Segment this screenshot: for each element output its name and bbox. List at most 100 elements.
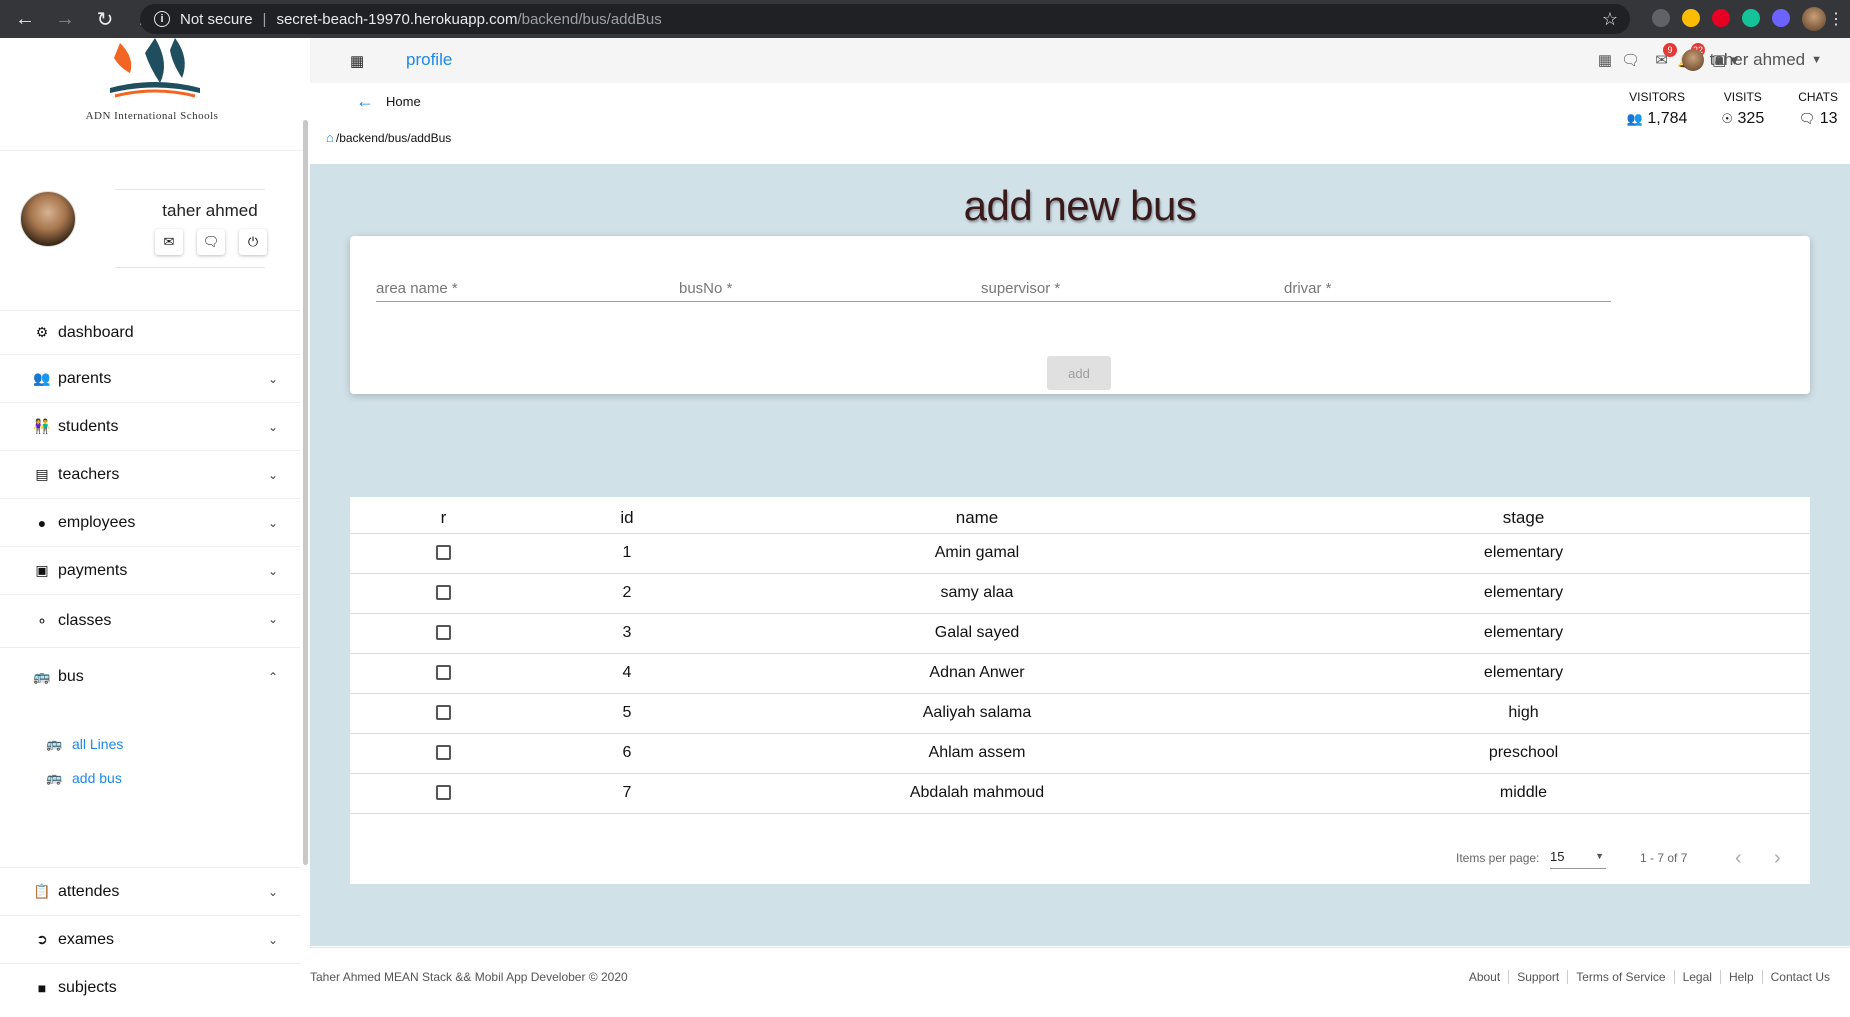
extension-pinterest-icon[interactable]	[1712, 9, 1730, 27]
cell-id: 6	[537, 733, 717, 774]
extension-grammarly-icon[interactable]	[1742, 9, 1760, 27]
table-row: 3 Galal sayed elementary	[350, 613, 1810, 654]
profile-divider	[115, 189, 265, 190]
bookmark-star-icon[interactable]: ☆	[1602, 9, 1618, 30]
book-icon: ■	[37, 979, 47, 996]
chevron-down-icon: ⌄	[267, 516, 278, 530]
cell-stage: preschool	[1237, 733, 1810, 774]
home-icon[interactable]: ⌂	[326, 130, 334, 145]
home-label: Home	[386, 94, 421, 109]
row-checkbox[interactable]	[436, 665, 451, 681]
stat-label: VISITORS	[1629, 90, 1685, 104]
browser-menu-icon[interactable]: ⋮	[1828, 9, 1844, 29]
footer-link-terms[interactable]: Terms of Service	[1567, 970, 1673, 984]
sidebar-item-parents[interactable]: 👥 parents ⌄	[0, 354, 300, 402]
sidebar-item-classes[interactable]: ⚬ classes ⌄	[0, 594, 300, 647]
info-icon[interactable]: i	[154, 11, 170, 27]
row-checkbox[interactable]	[436, 785, 451, 801]
cell-stage: middle	[1237, 773, 1810, 814]
previous-page-button[interactable]: ‹	[1735, 847, 1742, 870]
sidebar-item-bus[interactable]: 🚌 bus ⌃	[0, 647, 300, 705]
power-icon[interactable]: ⏻	[239, 229, 267, 255]
sidebar-item-employees[interactable]: ● employees ⌄	[0, 498, 300, 546]
column-header-id[interactable]: id	[537, 497, 717, 534]
bus-icon: 🚌	[46, 770, 63, 785]
row-checkbox[interactable]	[436, 625, 451, 641]
supervisor-field	[981, 276, 1308, 302]
next-page-button[interactable]: ›	[1774, 847, 1781, 870]
footer-link-support[interactable]: Support	[1508, 970, 1567, 984]
bus-no-field	[679, 276, 1006, 302]
footer-link-about[interactable]: About	[1461, 970, 1508, 984]
cell-name: Adnan Anwer	[717, 653, 1237, 694]
page-range-label: 1 - 7 of 7	[1640, 851, 1688, 865]
comments-icon[interactable]: 🗨	[197, 229, 225, 255]
school-brand-icon[interactable]: ▦	[350, 52, 364, 70]
row-checkbox[interactable]	[436, 545, 451, 561]
url-path: /backend/bus/addBus	[517, 10, 662, 28]
avatar[interactable]	[20, 191, 76, 247]
cell-id: 7	[537, 773, 717, 814]
sidebar-item-attendes[interactable]: 📋 attendes ⌄	[0, 867, 300, 915]
back-arrow-icon[interactable]: ←	[14, 8, 36, 31]
main-content: add new bus add r id name stage	[310, 164, 1850, 946]
footer-link-contact[interactable]: Contact Us	[1761, 970, 1838, 984]
row-checkbox-cell	[350, 573, 537, 614]
sidebar-subitem-add-bus[interactable]: 🚌 add bus	[0, 761, 300, 795]
bus-no-input[interactable]	[679, 276, 1006, 301]
extension-chrome-icon[interactable]	[1682, 9, 1700, 27]
envelope-icon[interactable]: ✉ 9	[1655, 43, 1677, 69]
row-checkbox[interactable]	[436, 705, 451, 721]
stat-label: CHATS	[1798, 90, 1838, 104]
sidebar-scrollbar[interactable]	[303, 120, 308, 865]
stat-number: 1,784	[1647, 110, 1688, 127]
chevron-up-icon: ⌃	[267, 670, 278, 684]
security-label: Not secure	[180, 10, 253, 28]
sidebar-item-label: parents	[58, 369, 112, 387]
omnibox-separator: |	[262, 10, 267, 28]
column-header-stage[interactable]: stage	[1237, 497, 1810, 534]
user-menu[interactable]: taher ahmed ▼	[1681, 49, 1822, 71]
sidebar-subitem-all-lines[interactable]: 🚌 all Lines	[0, 727, 300, 761]
sidebar-item-exames[interactable]: ➲ exames ⌄	[0, 915, 300, 963]
footer-link-legal[interactable]: Legal	[1673, 970, 1720, 984]
sidebar-item-dashboard[interactable]: ⚙ dashboard	[0, 310, 300, 354]
mail-badge: 9	[1663, 43, 1677, 57]
row-checkbox[interactable]	[436, 745, 451, 761]
supervisor-input[interactable]	[981, 276, 1308, 301]
browser-toolbar: ← → ↻ ⌂ i Not secure | secret-beach-1997…	[0, 0, 1850, 38]
page-size-select[interactable]: 15 ▼	[1550, 849, 1606, 869]
comments-icon[interactable]: 🗨	[1621, 51, 1640, 69]
row-checkbox[interactable]	[436, 585, 451, 601]
users-icon: 👥	[1626, 111, 1643, 126]
footer-copyright: Taher Ahmed MEAN Stack && Mobil App Deve…	[310, 970, 628, 984]
table-row: 1 Amin gamal elementary	[350, 533, 1810, 574]
column-header-name[interactable]: name	[717, 497, 1237, 534]
column-header-r[interactable]: r	[350, 497, 537, 534]
sidebar-item-subjects[interactable]: ■ subjects	[0, 963, 300, 1011]
extension-pen-icon[interactable]	[1652, 9, 1670, 27]
breadcrumb-path: /backend/bus/addBus	[335, 130, 452, 145]
sidebar: ADN International Schools taher ahmed ✉ …	[0, 38, 308, 1017]
footer-link-help[interactable]: Help	[1719, 970, 1762, 984]
sidebar-item-payments[interactable]: ▣ payments ⌄	[0, 546, 300, 594]
reload-icon[interactable]: ↻	[94, 7, 116, 32]
sidebar-item-label: payments	[58, 561, 128, 579]
browser-profile-avatar[interactable]	[1802, 7, 1826, 31]
add-button[interactable]: add	[1047, 356, 1111, 390]
forward-arrow-icon[interactable]: →	[54, 8, 76, 31]
clipboard-icon: 📋	[33, 883, 51, 899]
envelope-icon[interactable]: ✉	[155, 229, 183, 255]
profile-link[interactable]: profile	[406, 50, 452, 70]
paginator: Items per page: 15 ▼ 1 - 7 of 7 ‹ ›	[350, 847, 1810, 879]
area-name-input[interactable]	[376, 276, 703, 301]
sidebar-item-label: bus	[58, 667, 84, 685]
address-bar[interactable]: i Not secure | secret-beach-19970.heroku…	[140, 4, 1630, 34]
sidebar-item-teachers[interactable]: ▤ teachers ⌄	[0, 450, 300, 498]
calendar-icon[interactable]: ▦	[1598, 51, 1612, 69]
home-link[interactable]: ← Home	[356, 91, 421, 112]
sidebar-item-students[interactable]: 👫 students ⌄	[0, 402, 300, 450]
user-name: taher ahmed	[1709, 50, 1806, 69]
drivar-input[interactable]	[1284, 276, 1611, 301]
extension-check-icon[interactable]	[1772, 9, 1790, 27]
